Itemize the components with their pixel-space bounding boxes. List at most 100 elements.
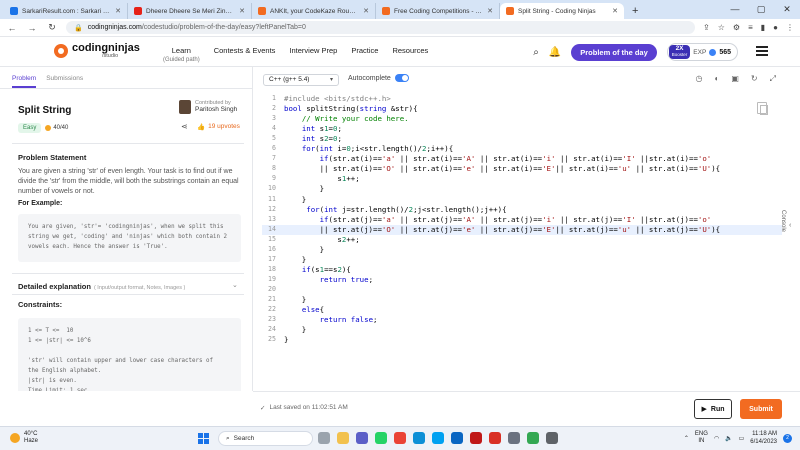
code-text[interactable]: if(str.at(i)=='a' || str.at(i)=='A' || s…: [284, 154, 712, 163]
settings-icon[interactable]: [546, 432, 558, 444]
code-line[interactable]: 22 else{: [262, 305, 782, 315]
maximize-icon[interactable]: ▢: [748, 0, 774, 18]
app-icon[interactable]: [508, 432, 520, 444]
code-line[interactable]: 4 int s1=0;: [262, 124, 782, 134]
code-text[interactable]: if(str.at(j)=='a' || str.at(j)=='A' || s…: [284, 215, 712, 224]
playlist-icon[interactable]: ≡: [748, 23, 753, 32]
code-text[interactable]: #include <bits/stdc++.h>: [284, 94, 391, 103]
toggle-switch[interactable]: [394, 74, 409, 82]
code-text[interactable]: }: [284, 255, 306, 264]
chrome-icon[interactable]: [394, 432, 406, 444]
timer-icon[interactable]: ◷: [696, 74, 703, 84]
code-editor[interactable]: 1 #include <bits/stdc++.h> 2 bool splitStri…: [262, 91, 782, 391]
mcafee-icon[interactable]: [470, 432, 482, 444]
code-line[interactable]: 23 return false;: [262, 315, 782, 325]
star-icon[interactable]: ☆: [718, 23, 725, 32]
nav-contests[interactable]: Contests & Events: [214, 46, 276, 63]
code-text[interactable]: }: [284, 195, 306, 204]
weather-widget[interactable]: 40°C Haze: [10, 431, 38, 445]
widgets-icon[interactable]: [318, 432, 330, 444]
forward-icon[interactable]: →: [26, 23, 38, 33]
code-text[interactable]: s1++;: [284, 174, 359, 183]
code-text[interactable]: || str.at(j)=='O' || str.at(j)=='e' || s…: [284, 225, 721, 234]
reset-icon[interactable]: ↻: [751, 74, 758, 84]
problem-of-the-day-button[interactable]: Problem of the day: [571, 43, 657, 61]
minimize-icon[interactable]: —: [722, 0, 748, 18]
code-line[interactable]: 18 if(s1==s2){: [262, 265, 782, 275]
code-line[interactable]: 8 || str.at(i)=='O' || str.at(i)=='e' ||…: [262, 164, 782, 174]
extensions-icon[interactable]: ⚙: [733, 23, 740, 32]
code-text[interactable]: }: [284, 295, 306, 304]
submit-button[interactable]: Submit: [740, 399, 782, 419]
code-line[interactable]: 24 }: [262, 325, 782, 335]
language-indicator[interactable]: ENG IN: [695, 431, 708, 445]
tab-submissions[interactable]: Submissions: [46, 75, 83, 88]
code-text[interactable]: int s2=0;: [284, 134, 342, 143]
theme-icon[interactable]: ◐: [714, 74, 719, 84]
taskbar-search[interactable]: ⌕ Search: [218, 431, 313, 446]
code-text[interactable]: || str.at(i)=='O' || str.at(i)=='e' || s…: [284, 164, 721, 173]
tab-problem[interactable]: Problem: [12, 75, 37, 88]
close-icon[interactable]: ✕: [363, 7, 369, 15]
code-line[interactable]: 6 for(int i=0;i<str.length()/2;i++){: [262, 144, 782, 154]
code-line[interactable]: 1 #include <bits/stdc++.h>: [262, 94, 782, 104]
edge-icon[interactable]: [413, 432, 425, 444]
new-tab-button[interactable]: +: [624, 3, 646, 19]
share-icon[interactable]: ⇪: [703, 23, 710, 32]
file-explorer-icon[interactable]: [337, 432, 349, 444]
code-text[interactable]: return false;: [284, 315, 378, 324]
save-icon[interactable]: ▣: [731, 74, 739, 84]
browser-tab[interactable]: Free Coding Competitions - Codi ✕: [376, 3, 500, 19]
codingninjas-logo[interactable]: codingninjas /studio: [54, 43, 140, 59]
whatsapp-icon[interactable]: [375, 432, 387, 444]
volume-icon[interactable]: 🔈: [725, 435, 732, 442]
nav-learn[interactable]: Learn (Guided path): [163, 46, 200, 63]
url-input[interactable]: 🔒 codingninjas.com/codestudio/problem-of…: [66, 21, 696, 34]
back-icon[interactable]: ←: [6, 23, 18, 33]
detailed-explanation-toggle[interactable]: Detailed explanation( Input/output forma…: [18, 282, 185, 291]
booster-exp-badge[interactable]: 2X Booster EXP 565: [666, 43, 738, 61]
code-line[interactable]: 5 int s2=0;: [262, 134, 782, 144]
code-text[interactable]: return true;: [284, 275, 373, 284]
windows-start-icon[interactable]: [198, 433, 209, 444]
code-line[interactable]: 15 s2++;: [262, 235, 782, 245]
chevron-up-icon[interactable]: ⌃: [684, 435, 689, 442]
teams-icon[interactable]: [356, 432, 368, 444]
profile-icon[interactable]: ●: [773, 23, 778, 32]
notification-badge[interactable]: 2: [783, 433, 792, 443]
store-icon[interactable]: [432, 432, 444, 444]
code-line[interactable]: 19 return true;: [262, 275, 782, 285]
code-line[interactable]: 7 if(str.at(i)=='a' || str.at(i)=='A' ||…: [262, 154, 782, 164]
code-text[interactable]: // Write your code here.: [284, 114, 409, 123]
close-icon[interactable]: ✕: [487, 7, 493, 15]
code-text[interactable]: for(int j=str.length()/2;j<str.length();…: [284, 205, 506, 214]
sidebar-icon[interactable]: ▮: [761, 23, 765, 32]
code-line[interactable]: 11 }: [262, 195, 782, 205]
copy-icon[interactable]: [757, 102, 768, 115]
contributor-name[interactable]: Paritosh Singh: [195, 106, 237, 113]
code-text[interactable]: }: [284, 325, 306, 334]
gmail-icon[interactable]: [489, 432, 501, 444]
language-select[interactable]: C++ (g++ 5.4) ▾: [263, 74, 339, 86]
browser-tab[interactable]: ANKIt, your CodeKaze Round 1 ✕: [252, 3, 376, 19]
clock[interactable]: 11:18 AM 6/14/2023: [750, 430, 777, 446]
code-line[interactable]: 13 if(str.at(j)=='a' || str.at(j)=='A' |…: [262, 215, 782, 225]
nav-interview-prep[interactable]: Interview Prep: [289, 46, 337, 63]
nav-practice[interactable]: Practice: [351, 46, 378, 63]
code-line[interactable]: 3 // Write your code here.: [262, 114, 782, 124]
code-line[interactable]: 14 || str.at(j)=='O' || str.at(j)=='e' |…: [262, 224, 782, 235]
bell-icon[interactable]: 🔔: [549, 47, 561, 58]
close-icon[interactable]: ✕: [239, 7, 245, 15]
code-line[interactable]: 20: [262, 285, 782, 295]
menu-icon[interactable]: ⋮: [786, 23, 794, 32]
close-window-icon[interactable]: ✕: [774, 0, 800, 18]
code-line[interactable]: 9 s1++;: [262, 174, 782, 184]
chevron-down-icon[interactable]: ⌄: [232, 281, 238, 289]
nav-resources[interactable]: Resources: [392, 46, 428, 63]
code-line[interactable]: 16 }: [262, 245, 782, 255]
code-line[interactable]: 12 for(int j=str.length()/2;j<str.length…: [262, 205, 782, 215]
close-icon[interactable]: ✕: [115, 7, 121, 15]
code-text[interactable]: else{: [284, 305, 324, 314]
chevron-left-icon[interactable]: ‹: [789, 222, 791, 229]
reload-icon[interactable]: ↻: [46, 22, 58, 33]
